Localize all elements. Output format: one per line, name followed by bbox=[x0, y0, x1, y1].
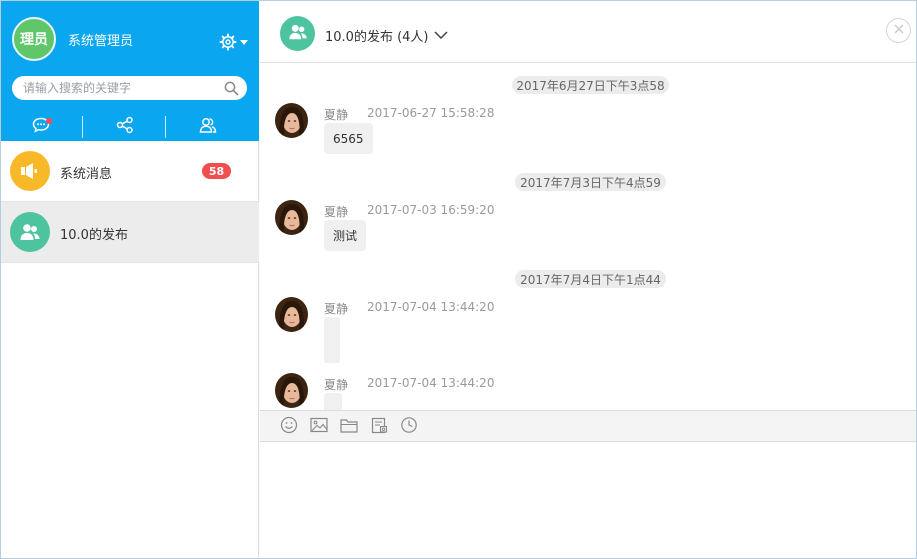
avatar[interactable] bbox=[275, 200, 308, 235]
tab-divider bbox=[165, 116, 166, 138]
conversation-list: 系统消息 58 10.0的发布 bbox=[1, 141, 259, 263]
sidebar-header: 理员 系统管理员 bbox=[1, 1, 259, 141]
date-separator: 2017年7月3日下午4点59 bbox=[515, 173, 666, 191]
message-area[interactable]: 2017年6月27日下午3点58 夏静 2017-06-27 15:58:28 … bbox=[260, 63, 916, 410]
emoji-button[interactable] bbox=[279, 416, 299, 438]
compose-toolbar bbox=[260, 410, 916, 442]
app-window: 理员 系统管理员 请输入搜索的关键字 系统消息 58 10.0的发布 10.0的… bbox=[0, 0, 917, 559]
share-icon bbox=[116, 116, 134, 138]
unread-badge: 58 bbox=[202, 163, 231, 179]
conversation-item-system[interactable]: 系统消息 58 bbox=[1, 141, 259, 202]
avatar[interactable] bbox=[275, 103, 308, 138]
user-avatar[interactable]: 理员 bbox=[12, 17, 56, 61]
search-box bbox=[12, 76, 247, 100]
caret-down-icon bbox=[240, 39, 248, 45]
screenshot-icon bbox=[371, 417, 388, 438]
image-button[interactable] bbox=[309, 417, 329, 437]
message-time: 2017-06-27 15:58:28 bbox=[367, 106, 495, 120]
contacts-icon bbox=[199, 116, 217, 138]
message-sender: 夏静 bbox=[324, 302, 349, 316]
gear-icon bbox=[219, 33, 237, 51]
history-icon bbox=[400, 416, 418, 438]
conversation-name: 系统消息 bbox=[60, 167, 113, 182]
message-bubble[interactable] bbox=[324, 393, 342, 410]
close-icon bbox=[894, 23, 904, 38]
avatar[interactable] bbox=[275, 297, 308, 332]
emoji-icon bbox=[280, 416, 298, 438]
group-avatar[interactable] bbox=[280, 16, 315, 51]
settings-button[interactable] bbox=[219, 32, 251, 52]
tab-share[interactable] bbox=[85, 113, 165, 141]
message-bubble[interactable] bbox=[324, 317, 340, 363]
message-time: 2017-07-03 16:59:20 bbox=[367, 203, 495, 217]
chat-title-dropdown[interactable]: 10.0的发布 (4人) bbox=[325, 26, 448, 45]
message-sender: 夏静 bbox=[324, 205, 349, 219]
avatar[interactable] bbox=[275, 373, 308, 408]
history-button[interactable] bbox=[399, 417, 419, 437]
message-time: 2017-07-04 13:44:20 bbox=[367, 376, 495, 390]
tab-messages[interactable] bbox=[1, 113, 81, 141]
chevron-down-icon bbox=[433, 28, 448, 43]
screenshot-button[interactable] bbox=[369, 417, 389, 437]
folder-icon bbox=[340, 418, 358, 437]
message-bubble[interactable]: 测试 bbox=[324, 220, 367, 251]
sidebar: 理员 系统管理员 请输入搜索的关键字 系统消息 58 10.0的发布 bbox=[1, 1, 259, 558]
group-icon bbox=[287, 22, 309, 46]
tab-divider bbox=[82, 116, 83, 138]
date-separator: 2017年7月4日下午1点44 bbox=[515, 270, 666, 288]
image-icon bbox=[310, 417, 328, 437]
search-input[interactable] bbox=[23, 79, 218, 97]
unread-dot bbox=[46, 118, 52, 124]
message-time: 2017-07-04 13:44:20 bbox=[367, 300, 495, 314]
speaker-icon bbox=[10, 151, 50, 191]
chat-title: 10.0的发布 (4人) bbox=[325, 30, 429, 45]
message-sender: 夏静 bbox=[324, 378, 349, 392]
tab-contacts[interactable] bbox=[168, 113, 248, 141]
file-button[interactable] bbox=[339, 417, 359, 437]
date-separator: 2017年6月27日下午3点58 bbox=[512, 76, 669, 94]
message-sender: 夏静 bbox=[324, 108, 349, 122]
message-input[interactable] bbox=[260, 442, 916, 558]
conversation-item-release[interactable]: 10.0的发布 bbox=[1, 202, 259, 263]
chat-pane: 10.0的发布 (4人) 2017年6月27日下午3点58 夏静 2017-06… bbox=[260, 1, 916, 558]
chat-header: 10.0的发布 (4人) bbox=[260, 1, 916, 63]
message-bubble[interactable]: 6565 bbox=[324, 123, 373, 154]
conversation-name: 10.0的发布 bbox=[60, 228, 128, 243]
group-icon bbox=[10, 212, 50, 252]
close-button[interactable] bbox=[886, 18, 911, 43]
compose-area bbox=[260, 442, 916, 558]
user-name: 系统管理员 bbox=[68, 34, 134, 49]
search-icon[interactable] bbox=[224, 81, 239, 100]
sidebar-tabs bbox=[1, 113, 259, 141]
